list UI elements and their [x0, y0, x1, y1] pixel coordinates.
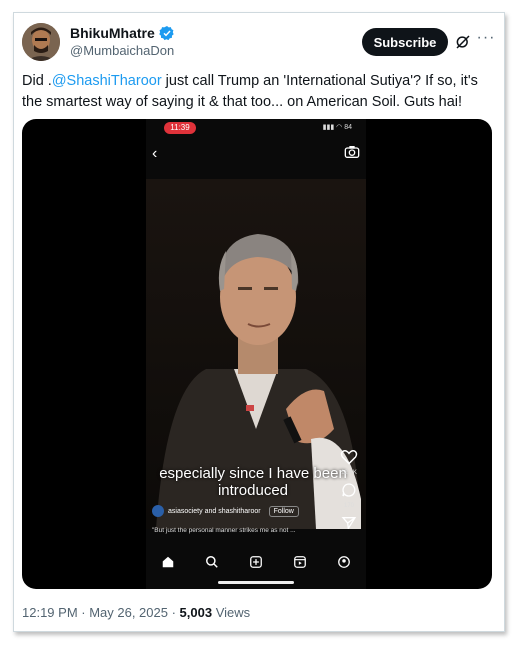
share-icon	[341, 517, 357, 529]
follow-button: Follow	[268, 505, 299, 517]
video-player[interactable]: 11:39 ▮▮▮ ◠ 84 ‹ especially since I have…	[22, 119, 492, 589]
tweet-timestamp[interactable]: 12:19 PM · May 26, 2025 ·	[22, 605, 180, 620]
reel-subtitle: "But just the personal manner strikes me…	[152, 527, 296, 534]
phone-status-bar: 11:39 ▮▮▮ ◠ 84	[146, 119, 366, 137]
views-count: 5,003	[179, 605, 213, 620]
status-time: 11:39	[164, 122, 196, 134]
profile-icon	[338, 556, 350, 568]
grok-icon[interactable]	[454, 33, 472, 51]
tweet-text: Did .@ShashiTharoor just call Trump an '…	[22, 71, 496, 113]
phone-bottom-nav	[146, 549, 366, 575]
search-icon	[206, 556, 218, 568]
back-icon: ‹	[152, 145, 158, 162]
account-avatar-icon	[152, 505, 164, 517]
subscribe-button[interactable]: Subscribe	[362, 28, 448, 56]
heart-icon	[340, 450, 358, 465]
display-name[interactable]: BhikuMhatre	[70, 25, 155, 41]
create-icon	[250, 556, 262, 568]
home-icon	[162, 556, 174, 568]
tweet-text-pre: Did .	[22, 73, 52, 89]
user-handle[interactable]: @MumbaichaDon	[70, 43, 174, 58]
phone-screen-recording: 11:39 ▮▮▮ ◠ 84 ‹ especially since I have…	[146, 119, 366, 589]
video-caption: especially since I have been introduced	[159, 465, 347, 499]
comment-icon	[342, 483, 356, 497]
camera-icon	[344, 146, 360, 159]
avatar[interactable]	[22, 23, 60, 61]
reels-icon	[294, 556, 306, 568]
verified-badge-icon	[159, 26, 174, 41]
tweet-card: BhikuMhatre @MumbaichaDon Subscribe ··· …	[13, 12, 505, 632]
status-icons: ▮▮▮ ◠ 84	[322, 124, 352, 131]
comment-count: 170	[343, 503, 354, 509]
more-icon[interactable]: ···	[476, 29, 496, 49]
reel-action-bar: 12.4K 170	[340, 449, 358, 529]
reel-account-row: asiasociety and shashitharoor Follow	[152, 505, 299, 517]
mention-link[interactable]: @ShashiTharoor	[52, 73, 162, 89]
tweet-header: BhikuMhatre @MumbaichaDon Subscribe ···	[22, 23, 496, 63]
views-label: Views	[212, 605, 251, 620]
tweet-meta: 12:19 PM · May 26, 2025 · 5,003 Views	[22, 605, 250, 620]
home-indicator	[218, 581, 294, 584]
reel-account-text: asiasociety and shashitharoor	[168, 507, 261, 515]
name-row: BhikuMhatre	[70, 25, 175, 41]
video-frame: especially since I have been introduced …	[146, 179, 366, 529]
like-count: 12.4K	[341, 470, 357, 476]
